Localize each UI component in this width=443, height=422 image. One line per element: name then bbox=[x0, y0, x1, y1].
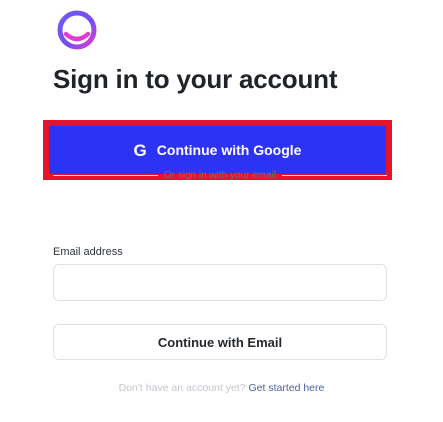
email-input[interactable] bbox=[53, 264, 387, 301]
divider-line-left bbox=[53, 175, 158, 176]
email-divider: Or sign in with your email bbox=[53, 170, 388, 181]
google-button-label: Continue with Google bbox=[156, 142, 302, 158]
divider-line-right bbox=[282, 175, 388, 176]
signup-prompt-row: Don't have an account yet? Get started h… bbox=[0, 382, 443, 394]
continue-with-email-button[interactable]: Continue with Email bbox=[53, 324, 387, 360]
signup-prompt-text: Don't have an account yet? bbox=[118, 382, 246, 394]
google-button-content[interactable]: G Continue with Google bbox=[49, 126, 386, 174]
email-field-label: Email address bbox=[53, 246, 123, 258]
google-g-icon: G bbox=[133, 140, 147, 160]
divider-text: Or sign in with your email bbox=[163, 170, 277, 181]
brand-logo-icon bbox=[52, 7, 102, 53]
brand-logo-graphic bbox=[57, 10, 97, 50]
page-title: Sign in to your account bbox=[53, 64, 338, 94]
get-started-link[interactable]: Get started here bbox=[248, 382, 324, 394]
